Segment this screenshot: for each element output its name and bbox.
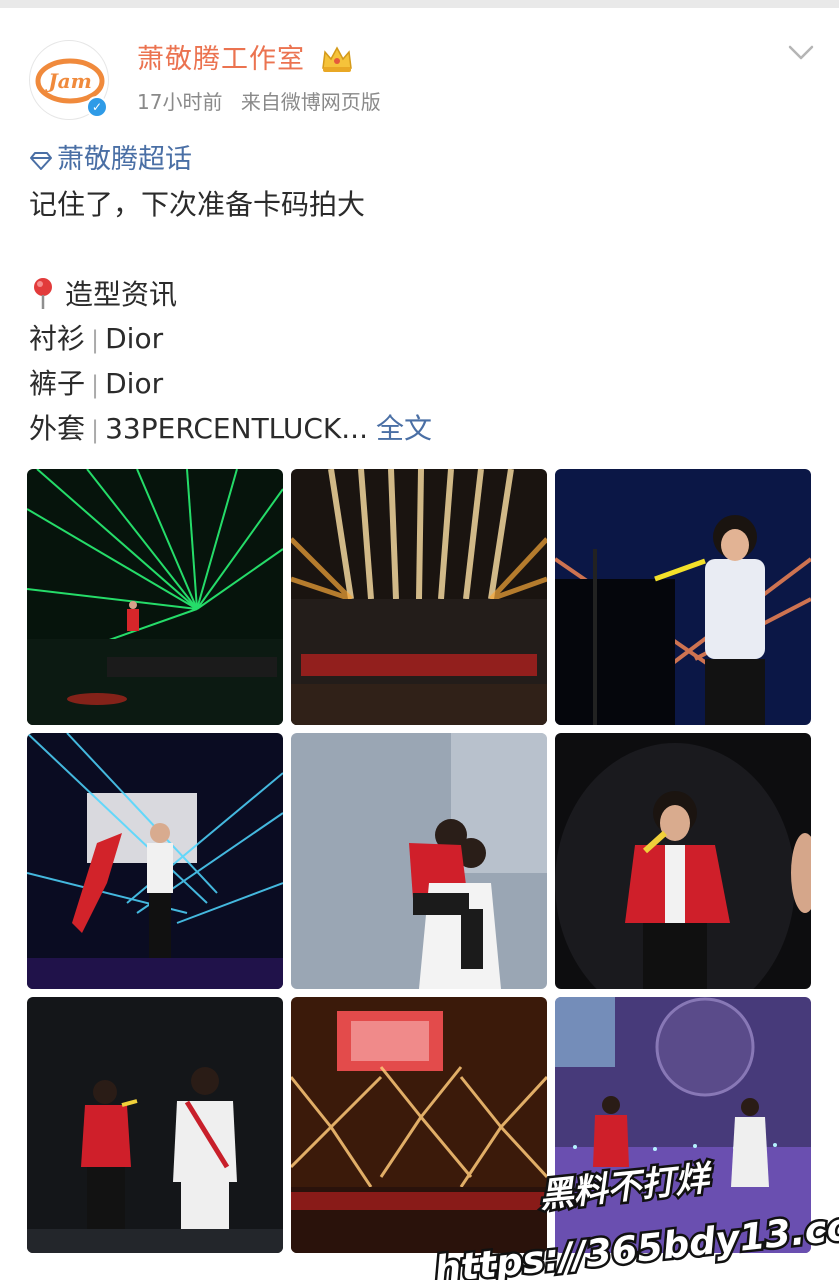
top-bar: [0, 0, 839, 8]
style-item: 裤子 | Dior: [29, 365, 163, 404]
photo-blue-lasers-screen[interactable]: [27, 733, 283, 989]
section-title-label: 造型资讯: [65, 278, 178, 311]
chevron-down-icon[interactable]: [788, 44, 814, 62]
style-item: 衬衫 | Dior: [29, 320, 163, 359]
post-time: 17小时前: [137, 90, 223, 114]
section-title: 造型资讯: [29, 276, 177, 314]
photo-spotlights-stage[interactable]: [291, 469, 547, 725]
photo-two-singers[interactable]: [27, 997, 283, 1253]
item-label: 裤子: [29, 367, 86, 400]
item-label: 外套: [29, 412, 86, 445]
watermark-line2: https://365bdy13.com: [432, 1201, 839, 1280]
item-value: 33PERCENTLUCK...: [105, 412, 368, 445]
post-text: 记住了，下次准备卡码拍大: [29, 188, 366, 221]
separator: |: [91, 326, 100, 354]
watermark: 黑料不打烊 https://365bdy13.com: [430, 1150, 839, 1280]
item-value: Dior: [105, 322, 164, 355]
item-value: Dior: [105, 367, 164, 400]
style-item: 外套 | 33PERCENTLUCK... 全文: [29, 410, 432, 449]
pushpin-icon: [34, 278, 52, 309]
separator: |: [91, 416, 100, 444]
topic-label: 萧敬腾超话: [57, 144, 192, 175]
diamond-icon: [30, 152, 52, 170]
logo-text: Jam: [44, 69, 92, 93]
crown-icon: [322, 46, 352, 72]
photo-green-lasers[interactable]: [27, 469, 283, 725]
photo-red-jacket-singing[interactable]: [555, 733, 811, 989]
photo-piano-performance[interactable]: [555, 469, 811, 725]
watermark-line1: 黑料不打烊: [537, 1158, 715, 1216]
photo-embrace[interactable]: [291, 733, 547, 989]
separator: |: [91, 371, 100, 399]
verified-icon: ✓: [86, 96, 108, 118]
topic-link[interactable]: 萧敬腾超话: [29, 142, 192, 178]
item-label: 衬衫: [29, 322, 86, 355]
watermark-graphic: 黑料不打烊 https://365bdy13.com: [430, 1156, 839, 1280]
username[interactable]: 萧敬腾工作室: [137, 42, 305, 78]
photo-grid: [27, 469, 811, 1253]
post-meta: 17小时前 来自微博网页版: [137, 88, 381, 116]
full-text-link[interactable]: 全文: [376, 412, 432, 445]
post-source: 来自微博网页版: [240, 90, 381, 114]
